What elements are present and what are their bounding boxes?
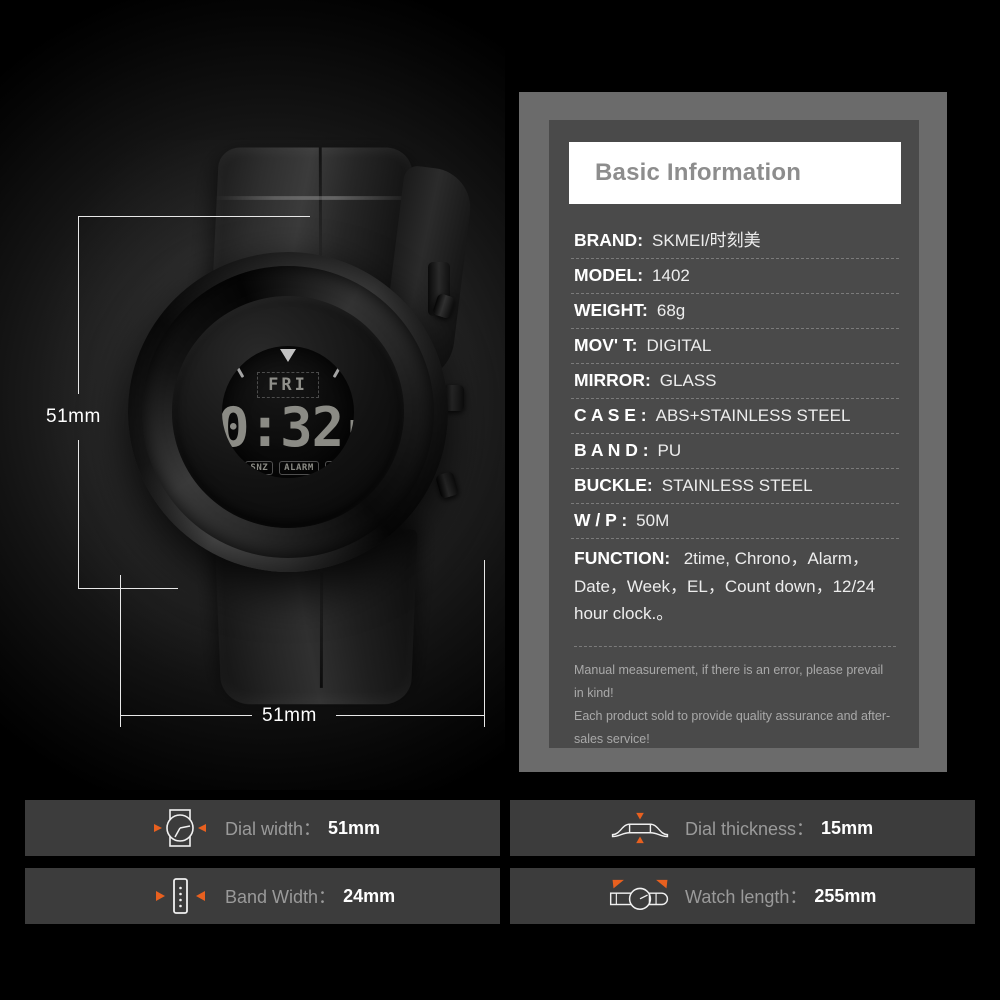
- lcd-indicator-alarm: ALARM: [279, 461, 319, 475]
- product-photo-stage: FRI 20:32 56 24H SNZ ALARM CHIME 10-20: [0, 0, 505, 790]
- spec-bar-label: Watch length：: [685, 887, 808, 907]
- lcd-indicator-snz: SNZ: [245, 461, 274, 475]
- spec-value: GLASS: [659, 371, 717, 390]
- lcd-indicator-chime: CHIME: [324, 461, 354, 475]
- watch-bezel: FRI 20:32 56 24H SNZ ALARM CHIME 10-20: [142, 266, 434, 558]
- watch-length-icon: [605, 876, 675, 916]
- spec-value: STAINLESS STEEL: [661, 476, 813, 495]
- watch-case: FRI 20:32 56 24H SNZ ALARM CHIME 10-20: [128, 252, 448, 572]
- dimension-line-horizontal-left: [120, 715, 252, 716]
- spec-bar-dial-thickness: Dial thickness： 15mm: [510, 800, 975, 856]
- lcd-time: 20:32 56: [222, 401, 354, 455]
- watch-pusher-bottom: [435, 470, 459, 500]
- spec-row-band: B A N D : PU: [571, 434, 899, 469]
- dimension-tick-bottom: [78, 588, 178, 589]
- spec-bar-watch-length: Watch length： 255mm: [510, 868, 975, 924]
- dimension-line-vertical-lower: [78, 440, 79, 588]
- spec-value: 68g: [656, 301, 686, 320]
- basic-information-panel: Basic Information BRAND: SKMEI/时刻美 MODEL…: [549, 120, 919, 748]
- panel-title: Basic Information: [595, 159, 802, 186]
- spec-row-weight: WEIGHT: 68g: [571, 294, 899, 329]
- spec-row-brand: BRAND: SKMEI/时刻美: [571, 220, 899, 259]
- spec-key: MODEL:: [574, 265, 644, 285]
- spec-bars: Dial width： 51mm Dial thickness： 15mm Ba…: [0, 795, 1000, 925]
- spec-key: B A N D :: [574, 440, 649, 460]
- spec-key: MOV' T:: [574, 335, 638, 355]
- watch-strap-top-seam: [214, 196, 416, 200]
- note-line: Manual measurement, if there is an error…: [574, 662, 884, 700]
- watch-thickness-icon: [605, 808, 675, 848]
- disclaimer-notes: Manual measurement, if there is an error…: [574, 659, 896, 752]
- spec-row-water-resistance: W / P : 50M: [571, 504, 899, 539]
- watch-dial: FRI 20:32 56 24H SNZ ALARM CHIME 10-20: [222, 346, 354, 478]
- spec-value: 1402: [652, 266, 690, 285]
- lcd-hours-minutes: 20:32: [222, 396, 344, 459]
- spec-row-buckle: BUCKLE: STAINLESS STEEL: [571, 469, 899, 504]
- spec-key: FUNCTION:: [574, 548, 671, 568]
- basic-information-frame: Basic Information BRAND: SKMEI/时刻美 MODEL…: [519, 92, 947, 772]
- watch-inner-ring: FRI 20:32 56 24H SNZ ALARM CHIME 10-20: [172, 296, 404, 528]
- dimension-line-horizontal-right: [336, 715, 485, 716]
- spec-value: ABS+STAINLESS STEEL: [655, 406, 851, 425]
- spec-key: W / P :: [574, 510, 628, 530]
- spec-row-mirror: MIRROR: GLASS: [571, 364, 899, 399]
- lcd-day-of-week: FRI: [257, 372, 319, 398]
- spec-bar-value: 24mm: [343, 885, 396, 906]
- spec-row-model: MODEL: 1402: [571, 259, 899, 294]
- spec-key: BRAND:: [574, 230, 644, 250]
- note-line: Each product sold to provide quality ass…: [574, 708, 891, 746]
- watch-dial-icon: [145, 808, 215, 848]
- spec-key: MIRROR:: [574, 370, 651, 390]
- lcd-seconds: 56: [347, 417, 354, 453]
- note-divider: [574, 645, 896, 647]
- dimension-line-left-vertical: [120, 575, 121, 727]
- spec-list: BRAND: SKMEI/时刻美 MODEL: 1402 WEIGHT: 68g…: [571, 220, 899, 751]
- dimension-line-vertical-upper: [78, 216, 79, 394]
- lcd-display: FRI 20:32 56 24H SNZ ALARM CHIME 10-20: [222, 372, 354, 478]
- spec-value: PU: [657, 441, 682, 460]
- spec-bar-label: Dial thickness：: [685, 819, 815, 839]
- dimension-line-right-vertical: [484, 560, 485, 727]
- spec-key: WEIGHT:: [574, 300, 648, 320]
- spec-value: DIGITAL: [646, 336, 712, 355]
- watch-band-icon: [145, 876, 215, 916]
- lcd-indicator-24h: 24H: [222, 461, 240, 475]
- spec-row-case: C A S E : ABS+STAINLESS STEEL: [571, 399, 899, 434]
- dimension-label-width: 51mm: [262, 705, 317, 726]
- spec-bar-value: 255mm: [814, 885, 877, 906]
- dimension-tick-top: [78, 216, 310, 217]
- spec-value: SKMEI/时刻美: [652, 231, 761, 250]
- spec-bar-dial-width: Dial width： 51mm: [25, 800, 500, 856]
- spec-row-function: FUNCTION: 2time, Chrono，Alarm，Date，Week，…: [571, 539, 899, 632]
- spec-value: 50M: [636, 511, 670, 530]
- spec-bar-value: 51mm: [328, 817, 381, 838]
- spec-bar-label: Dial width：: [225, 819, 322, 839]
- basic-information-header: Basic Information: [569, 142, 901, 204]
- spec-key: C A S E :: [574, 405, 647, 425]
- dimension-label-height: 51mm: [46, 406, 101, 427]
- spec-row-movement: MOV' T: DIGITAL: [571, 329, 899, 364]
- spec-bar-band-width: Band Width： 24mm: [25, 868, 500, 924]
- spec-key: BUCKLE:: [574, 475, 653, 495]
- spec-bar-value: 15mm: [821, 817, 874, 838]
- marker-triangle-icon: [280, 349, 296, 362]
- spec-bar-label: Band Width：: [225, 887, 337, 907]
- lcd-indicators: 24H SNZ ALARM CHIME: [222, 461, 354, 475]
